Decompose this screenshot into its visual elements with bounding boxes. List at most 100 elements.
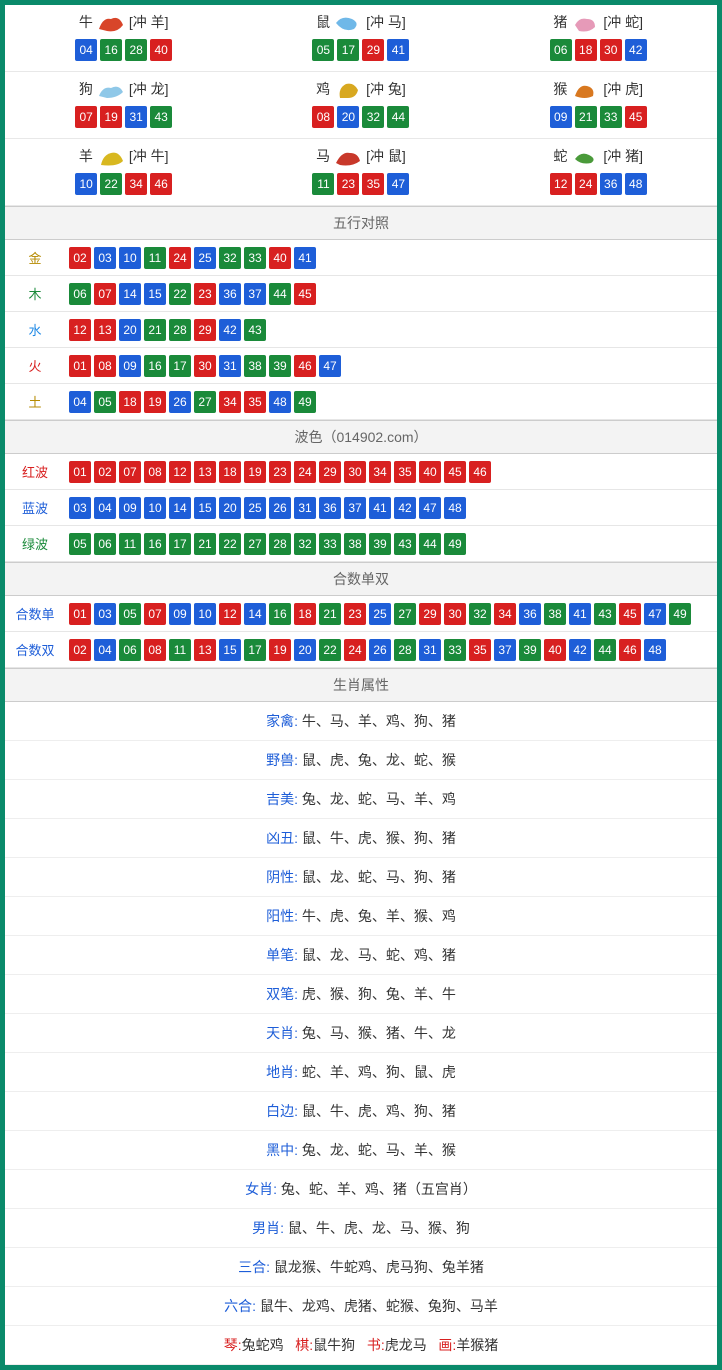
zodiac-icon [334,145,362,167]
attr-value: 鼠龙猴、牛蛇鸡、虎马狗、兔羊猪 [274,1259,484,1275]
attr-row: 男肖: 鼠、牛、虎、龙、马、猴、狗 [5,1209,717,1248]
zodiac-cell: 鼠[冲 马]05172941 [242,5,479,72]
number-ball: 46 [469,461,491,483]
number-ball: 40 [150,39,172,61]
number-ball: 25 [244,497,266,519]
number-ball: 28 [125,39,147,61]
number-ball: 29 [362,39,384,61]
table-row: 水1213202128294243 [5,312,717,348]
number-ball: 11 [119,533,141,555]
number-ball: 35 [244,391,266,413]
number-ball: 08 [94,355,116,377]
row-values: 06071415222336374445 [65,277,717,311]
number-ball: 32 [219,247,241,269]
number-ball: 40 [419,461,441,483]
number-ball: 42 [625,39,647,61]
attr-value: 鼠、龙、蛇、马、狗、猪 [302,869,456,885]
number-ball: 31 [125,106,147,128]
number-ball: 24 [169,247,191,269]
number-ball: 19 [144,391,166,413]
number-ball: 44 [594,639,616,661]
attr-value: 鼠、牛、虎、龙、马、猴、狗 [288,1220,470,1236]
number-ball: 20 [294,639,316,661]
number-ball: 31 [419,639,441,661]
number-ball: 05 [312,39,334,61]
number-ball: 20 [219,497,241,519]
row-values: 03040910141520252631363741424748 [65,491,717,525]
zodiac-cell: 蛇[冲 猪]12243648 [480,139,717,206]
zodiac-clash: [冲 马] [366,12,406,32]
attr-key: 野兽: [266,752,298,768]
number-ball: 22 [100,173,122,195]
group-item: 棋:鼠牛狗 [295,1337,355,1353]
number-ball: 30 [344,461,366,483]
row-values: 0103050709101214161821232527293032343638… [65,597,717,631]
number-ball: 34 [494,603,516,625]
number-ball: 30 [444,603,466,625]
number-ball: 21 [144,319,166,341]
attr-key: 男肖: [252,1220,284,1236]
number-ball: 42 [569,639,591,661]
zodiac-cell: 猴[冲 虎]09213345 [480,72,717,139]
number-ball: 34 [219,391,241,413]
group-key: 琴: [224,1337,242,1353]
attr-row: 地肖: 蛇、羊、鸡、狗、鼠、虎 [5,1053,717,1092]
attr-row: 阳性: 牛、虎、兔、羊、猴、鸡 [5,897,717,936]
number-ball: 19 [244,461,266,483]
row-label: 金 [5,240,65,275]
number-ball: 05 [119,603,141,625]
row-label: 合数单 [5,596,65,631]
group-value: 兔蛇鸡 [242,1337,284,1353]
zodiac-grid: 牛[冲 羊]04162840鼠[冲 马]05172941猪[冲 蛇]061830… [5,5,717,206]
number-ball: 10 [144,497,166,519]
number-ball: 37 [244,283,266,305]
number-ball: 13 [194,639,216,661]
zodiac-title: 羊[冲 牛] [5,145,242,167]
number-ball: 46 [619,639,641,661]
group-value: 羊猴猪 [456,1337,498,1353]
number-ball: 17 [169,533,191,555]
attr-key: 阴性: [266,869,298,885]
number-ball: 07 [144,603,166,625]
number-ball: 12 [169,461,191,483]
number-ball: 41 [387,39,409,61]
number-ball: 22 [219,533,241,555]
section-header-wuxing: 五行对照 [5,206,717,240]
number-ball: 23 [194,283,216,305]
attr-row: 阴性: 鼠、龙、蛇、马、狗、猪 [5,858,717,897]
row-values: 0204060811131517192022242628313335373940… [65,633,717,667]
attr-row: 吉美: 兔、龙、蛇、马、羊、鸡 [5,780,717,819]
number-ball: 08 [312,106,334,128]
group-item: 琴:兔蛇鸡 [224,1337,284,1353]
attr-row: 六合: 鼠牛、龙鸡、虎猪、蛇猴、兔狗、马羊 [5,1287,717,1326]
zodiac-name: 狗 [79,79,93,99]
number-ball: 10 [194,603,216,625]
zodiac-title: 蛇[冲 猪] [480,145,717,167]
number-ball: 32 [294,533,316,555]
number-ball: 39 [369,533,391,555]
number-ball: 11 [144,247,166,269]
zodiac-clash: [冲 蛇] [603,12,643,32]
number-ball: 46 [294,355,316,377]
row-label: 木 [5,276,65,311]
number-ball: 37 [494,639,516,661]
zodiac-title: 猴[冲 虎] [480,78,717,100]
number-ball: 23 [337,173,359,195]
number-ball: 43 [150,106,172,128]
number-ball: 09 [119,355,141,377]
number-ball: 38 [544,603,566,625]
attr-key: 单笔: [266,947,298,963]
number-ball: 28 [169,319,191,341]
group-key: 书: [367,1337,385,1353]
attr-value: 兔、龙、蛇、马、羊、猴 [302,1142,456,1158]
attr-value: 虎、猴、狗、兔、羊、牛 [302,986,456,1002]
number-ball: 38 [244,355,266,377]
number-ball: 33 [444,639,466,661]
attr-key: 女肖: [245,1181,277,1197]
number-ball: 30 [194,355,216,377]
number-ball: 16 [100,39,122,61]
number-ball: 28 [394,639,416,661]
number-ball: 43 [244,319,266,341]
number-ball: 14 [119,283,141,305]
zodiac-nums: 08203244 [242,106,479,128]
